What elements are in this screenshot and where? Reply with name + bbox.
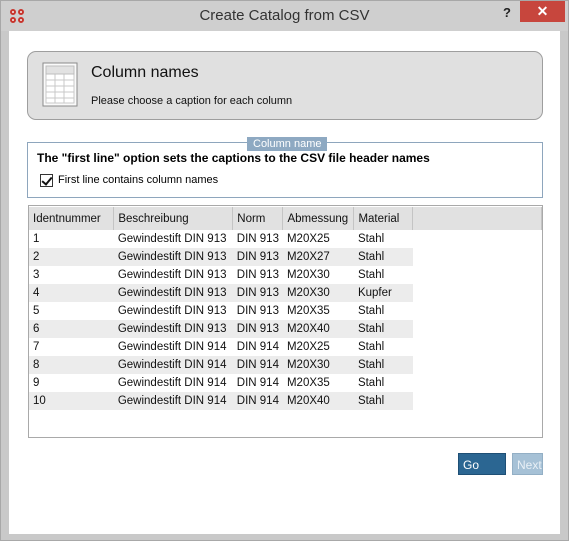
table-row[interactable]: 6 Gewindestift DIN 913 DIN 913 M20X40 Stahl (29, 320, 542, 338)
table-cell: M20X30 (282, 356, 354, 374)
wizard-header: Column names Please choose a caption for… (27, 51, 543, 120)
table-cell: M20X40 (282, 392, 354, 410)
table-cell: Gewindestift DIN 914 (117, 377, 227, 389)
table-cell: DIN 914 (232, 392, 283, 410)
table-cell: DIN 913 (232, 284, 283, 302)
table-cell: 3 (33, 269, 40, 281)
table-cell: M20X40 (282, 320, 354, 338)
table-cell: Gewindestift DIN 913 (113, 248, 233, 266)
table-cell: Gewindestift DIN 913 (113, 320, 233, 338)
spreadsheet-document-icon (42, 62, 78, 107)
table-row[interactable]: 9 Gewindestift DIN 914 DIN 914 M20X35 Stahl (29, 374, 542, 392)
table-header-row: Identnummer Beschreibung Norm Abmessung … (29, 207, 542, 230)
dialog-content: Column names Please choose a caption for… (9, 31, 560, 534)
table-row[interactable]: 5 Gewindestift DIN 913 DIN 913 M20X35 Stahl (29, 302, 542, 320)
table-cell: Gewindestift DIN 913 (117, 233, 227, 245)
help-button[interactable]: ? (497, 4, 517, 24)
table-cell: DIN 914 (236, 377, 279, 389)
table-cell: Stahl (357, 341, 385, 353)
table-row[interactable]: 8 Gewindestift DIN 914 DIN 914 M20X30 Stahl (29, 356, 542, 374)
table-cell: Stahl (357, 305, 385, 317)
table-cell: Gewindestift DIN 914 (113, 392, 233, 410)
table-cell: Stahl (357, 269, 385, 281)
table-cell: 1 (33, 233, 40, 245)
table-cell: Stahl (353, 356, 413, 374)
table-cell: Stahl (353, 248, 413, 266)
table-cell: Stahl (357, 233, 385, 245)
table-cell: 9 (33, 377, 40, 389)
table-cell: Gewindestift DIN 913 (113, 284, 233, 302)
group-info-text: The "first line" option sets the caption… (37, 151, 430, 165)
table-cell: Kupfer (353, 284, 413, 302)
step-title: Column names (91, 64, 199, 81)
table-cell: Gewindestift DIN 914 (117, 341, 227, 353)
table-cell: DIN 914 (232, 356, 283, 374)
step-subtitle: Please choose a caption for each column (91, 95, 293, 107)
table-cell: Stahl (353, 392, 413, 410)
title-bar[interactable]: Create Catalog from CSV ? ✕ (1, 1, 568, 31)
column-header[interactable]: Abmessung (282, 207, 355, 230)
column-header[interactable]: Material (353, 207, 414, 230)
table-cell: Gewindestift DIN 914 (113, 356, 233, 374)
table-cell: DIN 914 (236, 341, 279, 353)
close-button[interactable]: ✕ (520, 1, 565, 22)
window-title: Create Catalog from CSV (199, 7, 370, 24)
table-row[interactable]: 3 Gewindestift DIN 913 DIN 913 M20X30 Stahl (29, 266, 542, 284)
table-cell: Gewindestift DIN 913 (117, 269, 227, 281)
table-row[interactable]: 4 Gewindestift DIN 913 DIN 913 M20X30 Kupfer (29, 284, 542, 302)
table-cell: 6 (29, 320, 114, 338)
first-line-checkbox-label[interactable]: First line contains column names (58, 174, 218, 186)
table-cell: DIN 913 (232, 320, 283, 338)
table-cell: M20X35 (286, 305, 330, 317)
table-cell: DIN 913 (236, 269, 279, 281)
table-cell: Gewindestift DIN 913 (117, 305, 227, 317)
table-cell: 7 (33, 341, 40, 353)
first-line-checkbox[interactable] (40, 173, 53, 187)
dialog-window: Create Catalog from CSV ? ✕ Column names… (0, 0, 569, 541)
table-cell: M20X25 (286, 233, 330, 245)
header-filler (412, 207, 542, 230)
table-cell: M20X35 (286, 377, 330, 389)
table-cell: Stahl (353, 320, 413, 338)
table-cell: 8 (29, 356, 114, 374)
table-cell: M20X30 (286, 269, 330, 281)
table-row[interactable]: 7 Gewindestift DIN 914 DIN 914 M20X25 Stahl (29, 338, 542, 356)
first-line-option[interactable]: First line contains column names (40, 173, 218, 187)
table-row[interactable]: 10 Gewindestift DIN 914 DIN 914 M20X40 Stahl (29, 392, 542, 410)
table-cell: DIN 913 (236, 233, 279, 245)
table-cell: M20X25 (286, 341, 330, 353)
table-row[interactable]: 2 Gewindestift DIN 913 DIN 913 M20X27 Stahl (29, 248, 542, 266)
table-row[interactable]: 1 Gewindestift DIN 913 DIN 913 M20X25 Stahl (29, 230, 542, 248)
group-legend: Column name (247, 137, 328, 151)
table-cell: M20X27 (282, 248, 354, 266)
csv-preview-table[interactable]: Identnummer Beschreibung Norm Abmessung … (28, 205, 543, 438)
table-cell: Stahl (357, 377, 385, 389)
go-back-button[interactable]: Go back (458, 453, 506, 494)
column-name-group: Column name The "first line" option sets… (27, 137, 543, 198)
table-cell: 4 (29, 284, 114, 302)
next-button[interactable]: Next (512, 453, 543, 475)
table-cell: DIN 913 (236, 305, 279, 317)
table-cell: DIN 913 (232, 248, 283, 266)
column-header[interactable]: Norm (232, 207, 284, 230)
column-header[interactable]: Identnummer (29, 207, 115, 230)
table-cell: 5 (33, 305, 40, 317)
table-cell: M20X30 (282, 284, 354, 302)
column-header[interactable]: Beschreibung (113, 207, 234, 230)
table-cell: 10 (29, 392, 114, 410)
table-cell: 2 (29, 248, 114, 266)
